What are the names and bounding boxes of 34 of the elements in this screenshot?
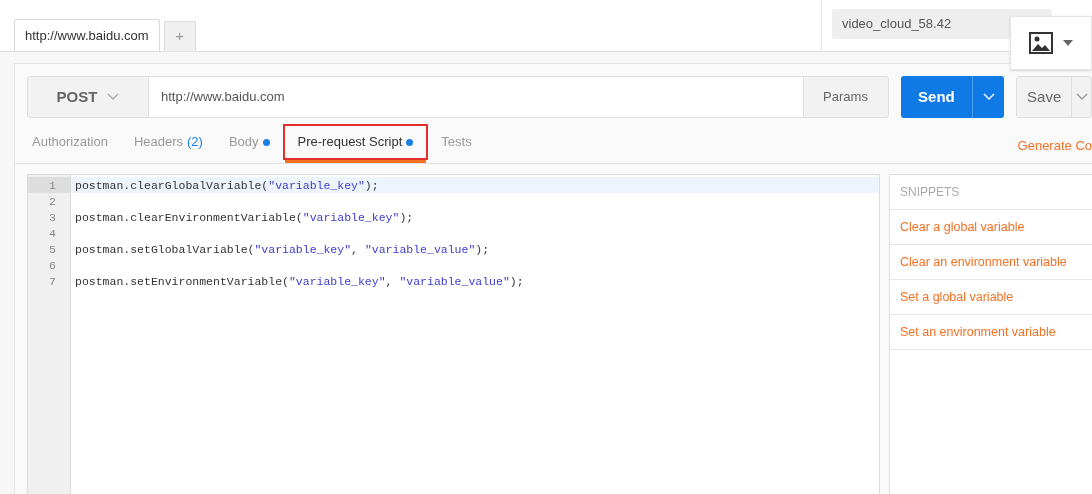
code-line: postman.clearGlobalVariable("variable_key"); (75, 179, 379, 192)
line-number: 2 (49, 195, 56, 208)
code-line: postman.setGlobalVariable("variable_key", "variable_value"); (75, 243, 490, 256)
line-number: 5 (49, 243, 56, 256)
line-number: 4 (49, 227, 56, 240)
caret-icon (1076, 93, 1089, 101)
snippets-title: SNIPPETS (900, 184, 960, 201)
image-icon[interactable] (1029, 32, 1053, 54)
snippet-link[interactable]: Clear a global variable (900, 217, 1025, 237)
method-dropdown[interactable]: POST (27, 76, 149, 118)
caret-icon (107, 93, 120, 101)
request-tab[interactable]: http://www.baidu.com (14, 19, 160, 51)
section-tab[interactable]: Headers (2) (120, 124, 216, 160)
params-button[interactable]: Params (802, 76, 889, 118)
caret-icon[interactable] (1063, 40, 1073, 46)
section-tab[interactable]: Body (215, 124, 283, 160)
line-number: 6 (49, 259, 56, 272)
section-tab[interactable]: Authorization (19, 124, 121, 160)
send-button[interactable]: Send (900, 76, 973, 118)
generate-code-link[interactable]: Generate Co (1017, 135, 1092, 155)
snippet-link[interactable]: Set an environment variable (900, 322, 1056, 342)
line-number: 1 (49, 179, 56, 192)
section-tab[interactable]: Pre-request Script (282, 124, 429, 160)
new-tab-button[interactable]: + (163, 21, 196, 51)
snippet-link[interactable]: Clear an environment variable (900, 252, 1067, 272)
url-field[interactable]: http://www.baidu.com (149, 76, 803, 118)
code-line: postman.clearEnvironmentVariable("variable_key"); (75, 211, 414, 224)
snippet-link[interactable]: Set a global variable (900, 287, 1014, 307)
send-options-button[interactable] (972, 76, 1005, 118)
line-number: 3 (49, 211, 56, 224)
line-number: 7 (49, 275, 56, 288)
code-line: postman.setEnvironmentVariable("variable_key", "variable_value"); (75, 275, 524, 288)
caret-icon (982, 93, 995, 101)
section-tab[interactable]: Tests (428, 124, 485, 160)
